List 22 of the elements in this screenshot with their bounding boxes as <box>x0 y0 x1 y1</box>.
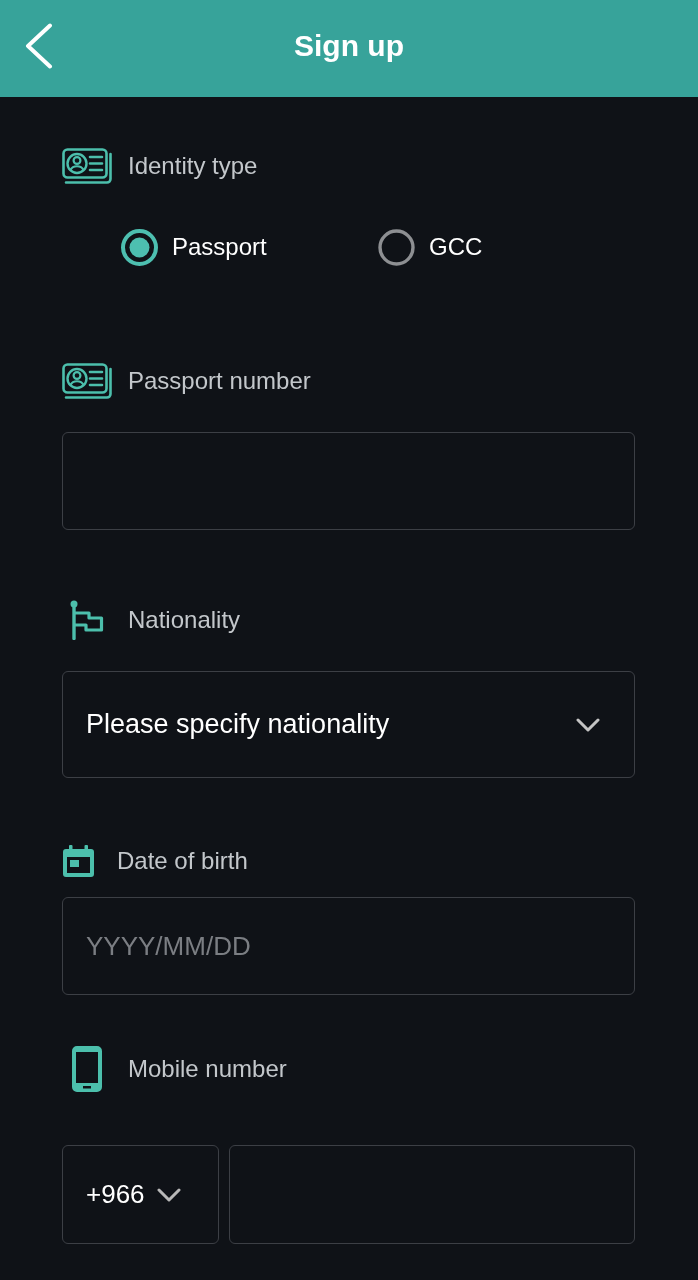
id-card-icon <box>62 363 112 399</box>
field-label: Identity type <box>128 151 258 181</box>
field-label: Mobile number <box>128 1054 287 1084</box>
phone-icon <box>72 1046 102 1092</box>
text-field[interactable]: YYYY/MM/DD <box>62 897 635 995</box>
flag-icon <box>70 600 104 640</box>
page-title: Sign up <box>294 28 404 64</box>
field-label: Date of birth <box>117 846 248 876</box>
phone-number-field[interactable] <box>229 1145 635 1244</box>
id-card-icon <box>62 148 112 184</box>
radio-option[interactable]: GCC <box>378 227 635 267</box>
field-label: Nationality <box>128 605 241 635</box>
calendar-icon <box>63 845 94 877</box>
back-button[interactable] <box>25 22 53 69</box>
text-field[interactable] <box>62 432 635 530</box>
chevron-down-icon <box>156 1187 181 1202</box>
radio-option[interactable]: Passport <box>121 227 378 267</box>
chevron-down-icon <box>576 717 600 732</box>
country-code-dropdown[interactable]: +966 <box>62 1145 219 1244</box>
field-label: Passport number <box>128 366 311 396</box>
dropdown-field[interactable]: Please specify nationality <box>62 671 635 778</box>
chevron-left-icon <box>25 22 53 69</box>
